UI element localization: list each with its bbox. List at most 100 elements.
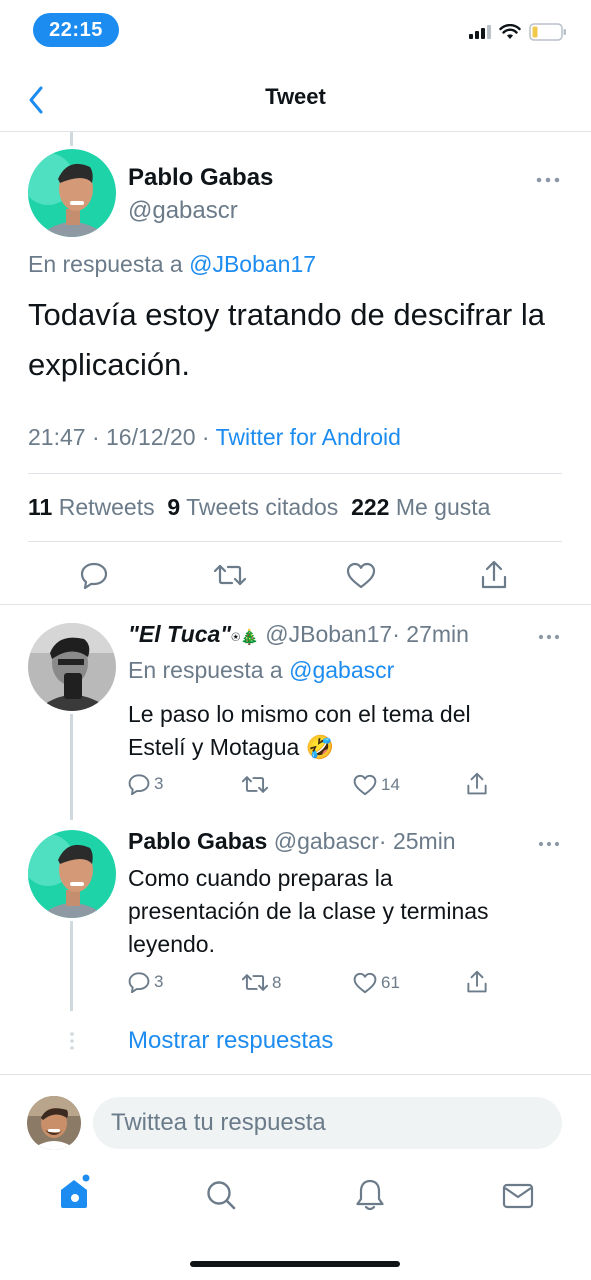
reply-text-line: leyendo.: [128, 931, 215, 957]
retweets-stat[interactable]: 11 Retweets: [28, 494, 155, 520]
reply-context: En respuesta a @JBoban17: [28, 251, 316, 278]
status-icons: [469, 22, 567, 42]
retweets-count: 11: [28, 494, 53, 520]
mail-icon: [502, 1183, 534, 1209]
reply-text-line: Le paso lo mismo con el tema del: [128, 701, 471, 727]
reply-to-link[interactable]: @gabascr: [289, 657, 394, 683]
reply-count: 3: [154, 972, 164, 991]
thread-line: [70, 714, 73, 820]
retweet-icon: [213, 564, 247, 586]
likes-count: 222: [351, 494, 390, 520]
meta-divider: [28, 473, 562, 474]
quotes-count: 9: [167, 494, 181, 520]
reply-avatar[interactable]: [28, 623, 116, 711]
reply-reply-button[interactable]: 3: [128, 971, 163, 993]
author-avatar[interactable]: [28, 149, 116, 237]
reply-to-link[interactable]: @JBoban17: [189, 251, 316, 277]
reply-author-handle[interactable]: @JBoban17: [265, 621, 392, 647]
nav-divider: [0, 131, 591, 132]
reply-header: Pablo Gabas @gabascr· 25min: [128, 828, 456, 855]
reply-prefix: En respuesta a: [128, 657, 283, 683]
reply-share-button[interactable]: [466, 970, 488, 999]
tab-search[interactable]: [205, 1179, 237, 1216]
reply-like-button[interactable]: 61: [353, 972, 400, 994]
reply-time: · 27min: [392, 621, 469, 647]
tweet-text: Todavía estoy tratando de descifrar la e…: [28, 297, 545, 382]
my-avatar[interactable]: [27, 1096, 81, 1150]
retweet-button[interactable]: [213, 562, 247, 593]
tweet-stats: 11 Retweets 9 Tweets citados 222 Me gust…: [28, 494, 490, 521]
likes-label: Me gusta: [395, 494, 491, 520]
reply-count: 3: [154, 774, 164, 793]
reply-icon: [128, 774, 150, 795]
wifi-icon: [499, 24, 521, 39]
avatar-image: [28, 623, 116, 711]
reply-more-button[interactable]: [538, 830, 560, 853]
battery-icon: [529, 23, 566, 41]
like-count: 61: [381, 973, 400, 992]
reply-time: · 25min: [378, 828, 456, 854]
more-icon: [538, 634, 560, 640]
reply-text: Le paso lo mismo con el tema del Estelí …: [128, 698, 471, 764]
quotes-label: Tweets citados: [186, 494, 339, 520]
home-icon: [61, 1174, 90, 1208]
reply-author-name[interactable]: Pablo Gabas: [128, 828, 267, 854]
heart-icon: [353, 972, 377, 994]
show-replies-link[interactable]: Mostrar respuestas: [128, 1027, 333, 1055]
reply-icon: [80, 562, 108, 590]
share-icon: [481, 560, 507, 589]
quotes-stat[interactable]: 9 Tweets citados: [167, 494, 338, 520]
retweets-label: Retweets: [58, 494, 155, 520]
reply-context: En respuesta a @gabascr: [128, 657, 394, 684]
page-title: Tweet: [265, 84, 326, 109]
tweet-meta: 21:47 · 16/12/20 · Twitter for Android: [28, 424, 401, 451]
tab-home[interactable]: [58, 1174, 92, 1215]
tweet-timestamp: 21:47 · 16/12/20 ·: [28, 424, 210, 450]
retweet-icon: [242, 974, 268, 991]
reply-text: Como cuando preparas la presentación de …: [128, 862, 489, 961]
like-button[interactable]: [346, 562, 376, 594]
reply-more-button[interactable]: [538, 623, 560, 646]
reply-text-line: Estelí y Motagua 🤣: [128, 734, 335, 760]
reply-like-button[interactable]: 14: [353, 774, 400, 796]
more-icon: [536, 177, 560, 183]
reply-button[interactable]: [80, 561, 108, 594]
share-button[interactable]: [480, 560, 508, 595]
reply-avatar[interactable]: [28, 830, 116, 918]
reply-text-line: presentación de la clase y terminas: [128, 898, 489, 924]
retweet-icon: [242, 776, 268, 793]
more-icon: [538, 841, 560, 847]
avatar-image: [28, 149, 116, 237]
share-icon: [467, 772, 487, 795]
author-handle[interactable]: @gabascr: [128, 197, 238, 225]
more-button[interactable]: [536, 166, 560, 189]
thread-line: [70, 132, 73, 146]
reply-header: "El Tuca"⍟🎄 @JBoban17· 27min: [128, 621, 469, 648]
section-divider: [0, 604, 591, 605]
bell-icon: [356, 1179, 384, 1211]
reply-text-line: Como cuando preparas la: [128, 865, 393, 891]
reply-prefix: En respuesta a: [28, 251, 183, 277]
share-icon: [467, 970, 487, 993]
reply-retweet-button[interactable]: 8: [242, 972, 281, 993]
tab-messages[interactable]: [502, 1182, 534, 1215]
reply-author-name[interactable]: "El Tuca": [128, 621, 231, 647]
likes-stat[interactable]: 222 Me gusta: [351, 494, 490, 520]
heart-icon: [353, 774, 377, 796]
signal-icon: [469, 25, 491, 39]
reply-author-handle[interactable]: @gabascr: [274, 828, 379, 854]
thread-line: [70, 921, 73, 1011]
avatar-image: [27, 1096, 81, 1150]
thread-continue-dots: [69, 1031, 75, 1056]
reply-reply-button[interactable]: 3: [128, 773, 163, 795]
like-count: 14: [381, 775, 400, 794]
reply-input[interactable]: Twittea tu respuesta: [93, 1097, 562, 1149]
reply-share-button[interactable]: [466, 772, 488, 801]
stats-divider: [28, 541, 562, 542]
tweet-source[interactable]: Twitter for Android: [216, 424, 401, 450]
tab-notifications[interactable]: [355, 1178, 385, 1217]
search-icon: [207, 1181, 236, 1210]
reply-retweet-button[interactable]: [242, 774, 272, 795]
author-name[interactable]: Pablo Gabas: [128, 164, 273, 192]
author-emoji: ⍟🎄: [231, 629, 259, 646]
